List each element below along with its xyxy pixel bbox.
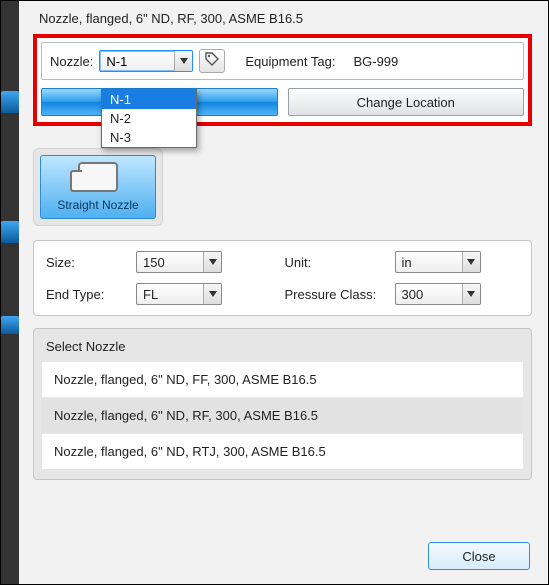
size-label: Size: bbox=[46, 255, 136, 270]
unit-label: Unit: bbox=[285, 255, 395, 270]
list-item[interactable]: Nozzle, flanged, 6" ND, RTJ, 300, ASME B… bbox=[42, 434, 523, 469]
pressure-class-label: Pressure Class: bbox=[285, 287, 395, 302]
nozzle-type-group: Straight Nozzle bbox=[33, 148, 163, 226]
nozzle-list: Nozzle, flanged, 6" ND, FF, 300, ASME B1… bbox=[42, 362, 523, 469]
chevron-down-icon bbox=[203, 252, 221, 272]
end-type-value: FL bbox=[137, 287, 178, 302]
equipment-tag-label: Equipment Tag: bbox=[245, 54, 335, 69]
straight-nozzle-caption: Straight Nozzle bbox=[41, 198, 155, 212]
panel-title: Nozzle, flanged, 6" ND, RF, 300, ASME B1… bbox=[33, 9, 532, 34]
tag-picker-button[interactable] bbox=[199, 49, 225, 73]
equipment-tag-value: BG-999 bbox=[353, 54, 398, 69]
change-location-button[interactable]: Change Location bbox=[288, 88, 525, 116]
select-nozzle-header: Select Nozzle bbox=[42, 337, 523, 362]
nozzle-select[interactable]: N-1 bbox=[99, 50, 193, 72]
nozzle-select-value: N-1 bbox=[100, 54, 147, 69]
nozzle-dropdown-popup[interactable]: N-1 N-2 N-3 bbox=[101, 89, 197, 148]
chevron-down-icon bbox=[462, 284, 480, 304]
pressure-class-select[interactable]: 300 bbox=[395, 283, 481, 305]
properties-group: Size: 150 Unit: in End Type: FL Pressure… bbox=[33, 240, 532, 316]
nozzle-label: Nozzle: bbox=[50, 54, 93, 69]
list-item[interactable]: Nozzle, flanged, 6" ND, FF, 300, ASME B1… bbox=[42, 362, 523, 398]
select-nozzle-group: Select Nozzle Nozzle, flanged, 6" ND, FF… bbox=[33, 328, 532, 480]
list-item[interactable]: Nozzle, flanged, 6" ND, RF, 300, ASME B1… bbox=[42, 398, 523, 434]
unit-select[interactable]: in bbox=[395, 251, 481, 273]
straight-nozzle-card[interactable]: Straight Nozzle bbox=[40, 155, 156, 219]
dropdown-option[interactable]: N-2 bbox=[102, 109, 196, 128]
nozzle-row: Nozzle: N-1 Equipment Tag: BG-999 bbox=[41, 42, 524, 80]
end-type-select[interactable]: FL bbox=[136, 283, 222, 305]
dropdown-option[interactable]: N-3 bbox=[102, 128, 196, 147]
close-label: Close bbox=[462, 549, 495, 564]
change-location-label: Change Location bbox=[357, 95, 455, 110]
chevron-down-icon bbox=[174, 51, 192, 71]
app-left-strip bbox=[1, 1, 19, 584]
size-value: 150 bbox=[137, 255, 185, 270]
unit-value: in bbox=[396, 255, 432, 270]
close-button[interactable]: Close bbox=[428, 542, 530, 570]
straight-nozzle-icon bbox=[78, 162, 118, 192]
size-select[interactable]: 150 bbox=[136, 251, 222, 273]
dropdown-option[interactable]: N-1 bbox=[102, 90, 196, 109]
tag-icon bbox=[204, 51, 220, 72]
chevron-down-icon bbox=[462, 252, 480, 272]
end-type-label: End Type: bbox=[46, 287, 136, 302]
pressure-class-value: 300 bbox=[396, 287, 444, 302]
chevron-down-icon bbox=[203, 284, 221, 304]
